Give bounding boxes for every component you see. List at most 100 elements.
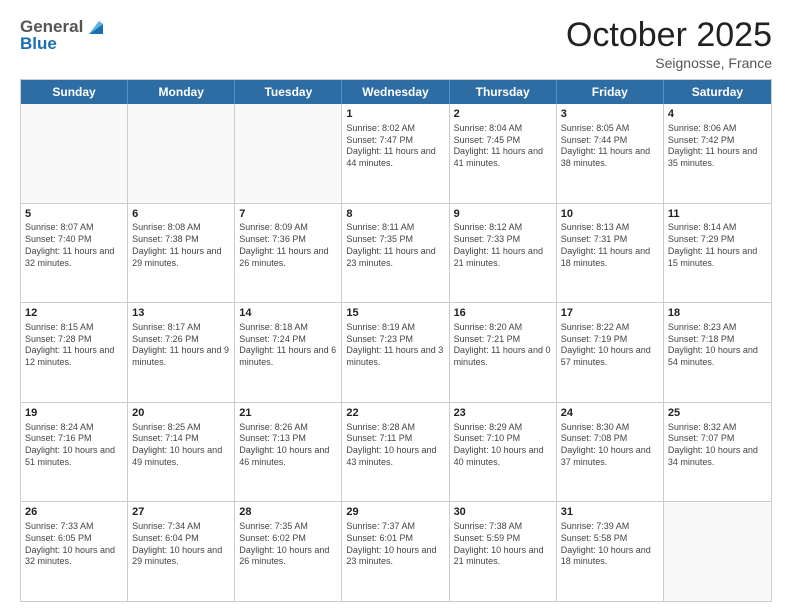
calendar-row-4: 19Sunrise: 8:24 AM Sunset: 7:16 PM Dayli…: [21, 403, 771, 503]
day-header-monday: Monday: [128, 80, 235, 104]
cell-info: Sunrise: 8:23 AM Sunset: 7:18 PM Dayligh…: [668, 322, 767, 369]
cell-info: Sunrise: 8:28 AM Sunset: 7:11 PM Dayligh…: [346, 422, 444, 469]
calendar-cell-day-27: 27Sunrise: 7:34 AM Sunset: 6:04 PM Dayli…: [128, 502, 235, 601]
day-number: 22: [346, 406, 444, 421]
cell-info: Sunrise: 8:18 AM Sunset: 7:24 PM Dayligh…: [239, 322, 337, 369]
cell-info: Sunrise: 8:17 AM Sunset: 7:26 PM Dayligh…: [132, 322, 230, 369]
calendar-cell-day-1: 1Sunrise: 8:02 AM Sunset: 7:47 PM Daylig…: [342, 104, 449, 203]
day-number: 21: [239, 406, 337, 421]
calendar-cell-day-22: 22Sunrise: 8:28 AM Sunset: 7:11 PM Dayli…: [342, 403, 449, 502]
day-number: 9: [454, 207, 552, 222]
calendar-cell-day-10: 10Sunrise: 8:13 AM Sunset: 7:31 PM Dayli…: [557, 204, 664, 303]
calendar-cell-empty: [235, 104, 342, 203]
calendar-cell-day-18: 18Sunrise: 8:23 AM Sunset: 7:18 PM Dayli…: [664, 303, 771, 402]
day-header-wednesday: Wednesday: [342, 80, 449, 104]
cell-info: Sunrise: 8:22 AM Sunset: 7:19 PM Dayligh…: [561, 322, 659, 369]
day-number: 14: [239, 306, 337, 321]
calendar-cell-day-23: 23Sunrise: 8:29 AM Sunset: 7:10 PM Dayli…: [450, 403, 557, 502]
cell-info: Sunrise: 8:24 AM Sunset: 7:16 PM Dayligh…: [25, 422, 123, 469]
calendar-cell-day-17: 17Sunrise: 8:22 AM Sunset: 7:19 PM Dayli…: [557, 303, 664, 402]
calendar-header: SundayMondayTuesdayWednesdayThursdayFrid…: [21, 80, 771, 104]
cell-info: Sunrise: 8:25 AM Sunset: 7:14 PM Dayligh…: [132, 422, 230, 469]
cell-info: Sunrise: 7:35 AM Sunset: 6:02 PM Dayligh…: [239, 521, 337, 568]
cell-info: Sunrise: 8:30 AM Sunset: 7:08 PM Dayligh…: [561, 422, 659, 469]
cell-info: Sunrise: 8:08 AM Sunset: 7:38 PM Dayligh…: [132, 222, 230, 269]
day-header-sunday: Sunday: [21, 80, 128, 104]
calendar-cell-day-30: 30Sunrise: 7:38 AM Sunset: 5:59 PM Dayli…: [450, 502, 557, 601]
calendar-cell-day-2: 2Sunrise: 8:04 AM Sunset: 7:45 PM Daylig…: [450, 104, 557, 203]
calendar: SundayMondayTuesdayWednesdayThursdayFrid…: [20, 79, 772, 602]
day-number: 26: [25, 505, 123, 520]
day-number: 10: [561, 207, 659, 222]
day-number: 16: [454, 306, 552, 321]
calendar-cell-day-3: 3Sunrise: 8:05 AM Sunset: 7:44 PM Daylig…: [557, 104, 664, 203]
calendar-cell-day-8: 8Sunrise: 8:11 AM Sunset: 7:35 PM Daylig…: [342, 204, 449, 303]
day-number: 3: [561, 107, 659, 122]
cell-info: Sunrise: 8:13 AM Sunset: 7:31 PM Dayligh…: [561, 222, 659, 269]
calendar-cell-day-4: 4Sunrise: 8:06 AM Sunset: 7:42 PM Daylig…: [664, 104, 771, 203]
cell-info: Sunrise: 8:15 AM Sunset: 7:28 PM Dayligh…: [25, 322, 123, 369]
day-number: 27: [132, 505, 230, 520]
day-number: 24: [561, 406, 659, 421]
calendar-cell-day-15: 15Sunrise: 8:19 AM Sunset: 7:23 PM Dayli…: [342, 303, 449, 402]
cell-info: Sunrise: 7:39 AM Sunset: 5:58 PM Dayligh…: [561, 521, 659, 568]
cell-info: Sunrise: 8:06 AM Sunset: 7:42 PM Dayligh…: [668, 123, 767, 170]
day-number: 23: [454, 406, 552, 421]
cell-info: Sunrise: 7:34 AM Sunset: 6:04 PM Dayligh…: [132, 521, 230, 568]
day-number: 4: [668, 107, 767, 122]
calendar-cell-day-6: 6Sunrise: 8:08 AM Sunset: 7:38 PM Daylig…: [128, 204, 235, 303]
calendar-row-3: 12Sunrise: 8:15 AM Sunset: 7:28 PM Dayli…: [21, 303, 771, 403]
calendar-cell-day-14: 14Sunrise: 8:18 AM Sunset: 7:24 PM Dayli…: [235, 303, 342, 402]
calendar-row-2: 5Sunrise: 8:07 AM Sunset: 7:40 PM Daylig…: [21, 204, 771, 304]
calendar-cell-day-20: 20Sunrise: 8:25 AM Sunset: 7:14 PM Dayli…: [128, 403, 235, 502]
cell-info: Sunrise: 8:32 AM Sunset: 7:07 PM Dayligh…: [668, 422, 767, 469]
calendar-row-1: 1Sunrise: 8:02 AM Sunset: 7:47 PM Daylig…: [21, 104, 771, 204]
calendar-body: 1Sunrise: 8:02 AM Sunset: 7:47 PM Daylig…: [21, 104, 771, 601]
calendar-cell-day-21: 21Sunrise: 8:26 AM Sunset: 7:13 PM Dayli…: [235, 403, 342, 502]
day-header-friday: Friday: [557, 80, 664, 104]
calendar-cell-day-5: 5Sunrise: 8:07 AM Sunset: 7:40 PM Daylig…: [21, 204, 128, 303]
header: General Blue October 2025 Seignosse, Fra…: [20, 16, 772, 71]
cell-info: Sunrise: 8:26 AM Sunset: 7:13 PM Dayligh…: [239, 422, 337, 469]
cell-info: Sunrise: 7:38 AM Sunset: 5:59 PM Dayligh…: [454, 521, 552, 568]
day-number: 18: [668, 306, 767, 321]
day-header-thursday: Thursday: [450, 80, 557, 104]
cell-info: Sunrise: 8:02 AM Sunset: 7:47 PM Dayligh…: [346, 123, 444, 170]
day-number: 5: [25, 207, 123, 222]
cell-info: Sunrise: 8:11 AM Sunset: 7:35 PM Dayligh…: [346, 222, 444, 269]
cell-info: Sunrise: 8:09 AM Sunset: 7:36 PM Dayligh…: [239, 222, 337, 269]
day-number: 7: [239, 207, 337, 222]
calendar-cell-day-28: 28Sunrise: 7:35 AM Sunset: 6:02 PM Dayli…: [235, 502, 342, 601]
day-number: 1: [346, 107, 444, 122]
cell-info: Sunrise: 8:19 AM Sunset: 7:23 PM Dayligh…: [346, 322, 444, 369]
calendar-cell-empty: [664, 502, 771, 601]
cell-info: Sunrise: 8:14 AM Sunset: 7:29 PM Dayligh…: [668, 222, 767, 269]
day-number: 12: [25, 306, 123, 321]
day-number: 13: [132, 306, 230, 321]
calendar-row-5: 26Sunrise: 7:33 AM Sunset: 6:05 PM Dayli…: [21, 502, 771, 601]
cell-info: Sunrise: 8:05 AM Sunset: 7:44 PM Dayligh…: [561, 123, 659, 170]
calendar-cell-empty: [128, 104, 235, 203]
day-number: 29: [346, 505, 444, 520]
day-header-tuesday: Tuesday: [235, 80, 342, 104]
calendar-cell-day-24: 24Sunrise: 8:30 AM Sunset: 7:08 PM Dayli…: [557, 403, 664, 502]
day-number: 19: [25, 406, 123, 421]
calendar-cell-day-7: 7Sunrise: 8:09 AM Sunset: 7:36 PM Daylig…: [235, 204, 342, 303]
cell-info: Sunrise: 8:20 AM Sunset: 7:21 PM Dayligh…: [454, 322, 552, 369]
day-number: 11: [668, 207, 767, 222]
cell-info: Sunrise: 8:29 AM Sunset: 7:10 PM Dayligh…: [454, 422, 552, 469]
calendar-cell-day-13: 13Sunrise: 8:17 AM Sunset: 7:26 PM Dayli…: [128, 303, 235, 402]
day-number: 17: [561, 306, 659, 321]
day-number: 6: [132, 207, 230, 222]
day-number: 28: [239, 505, 337, 520]
month-title: October 2025: [566, 16, 772, 55]
cell-info: Sunrise: 8:12 AM Sunset: 7:33 PM Dayligh…: [454, 222, 552, 269]
day-number: 30: [454, 505, 552, 520]
logo: General Blue: [20, 16, 107, 54]
logo-icon: [85, 16, 107, 38]
calendar-cell-day-26: 26Sunrise: 7:33 AM Sunset: 6:05 PM Dayli…: [21, 502, 128, 601]
calendar-cell-day-12: 12Sunrise: 8:15 AM Sunset: 7:28 PM Dayli…: [21, 303, 128, 402]
cell-info: Sunrise: 7:33 AM Sunset: 6:05 PM Dayligh…: [25, 521, 123, 568]
cell-info: Sunrise: 8:07 AM Sunset: 7:40 PM Dayligh…: [25, 222, 123, 269]
day-number: 15: [346, 306, 444, 321]
